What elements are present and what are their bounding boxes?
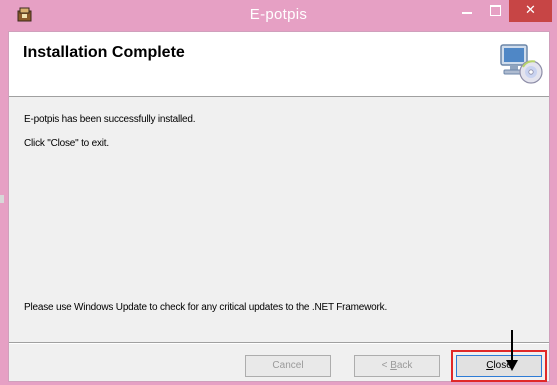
success-message: E-potpis has been successfully installed… (24, 114, 196, 125)
back-button-rest: ack (396, 360, 413, 371)
exit-instruction: Click "Close" to exit. (24, 138, 109, 149)
back-button-accel: B (390, 360, 397, 371)
update-notice: Please use Windows Update to check for a… (24, 302, 388, 313)
computer-cd-icon (497, 42, 543, 86)
back-button[interactable]: < Back (354, 355, 440, 377)
header-banner: Installation Complete (9, 32, 549, 97)
window-edge-handle (0, 195, 4, 203)
down-arrow-icon (505, 330, 519, 372)
minimize-button[interactable] (453, 0, 481, 22)
minimize-icon (462, 12, 472, 14)
title-bar[interactable]: E-potpis ✕ (0, 0, 557, 30)
installer-client-area: Installation Complete E-potpis has been … (8, 31, 550, 382)
button-separator (9, 342, 549, 344)
close-window-button[interactable]: ✕ (509, 0, 552, 22)
installer-window: E-potpis ✕ Installation Complete E-potpi… (0, 0, 557, 385)
cancel-button[interactable]: Cancel (245, 355, 331, 377)
close-icon: ✕ (525, 2, 536, 17)
back-button-prefix: < (381, 360, 391, 371)
page-title: Installation Complete (23, 44, 185, 61)
maximize-button[interactable] (481, 0, 509, 22)
maximize-icon (490, 5, 501, 16)
close-button[interactable]: Close (451, 350, 547, 382)
